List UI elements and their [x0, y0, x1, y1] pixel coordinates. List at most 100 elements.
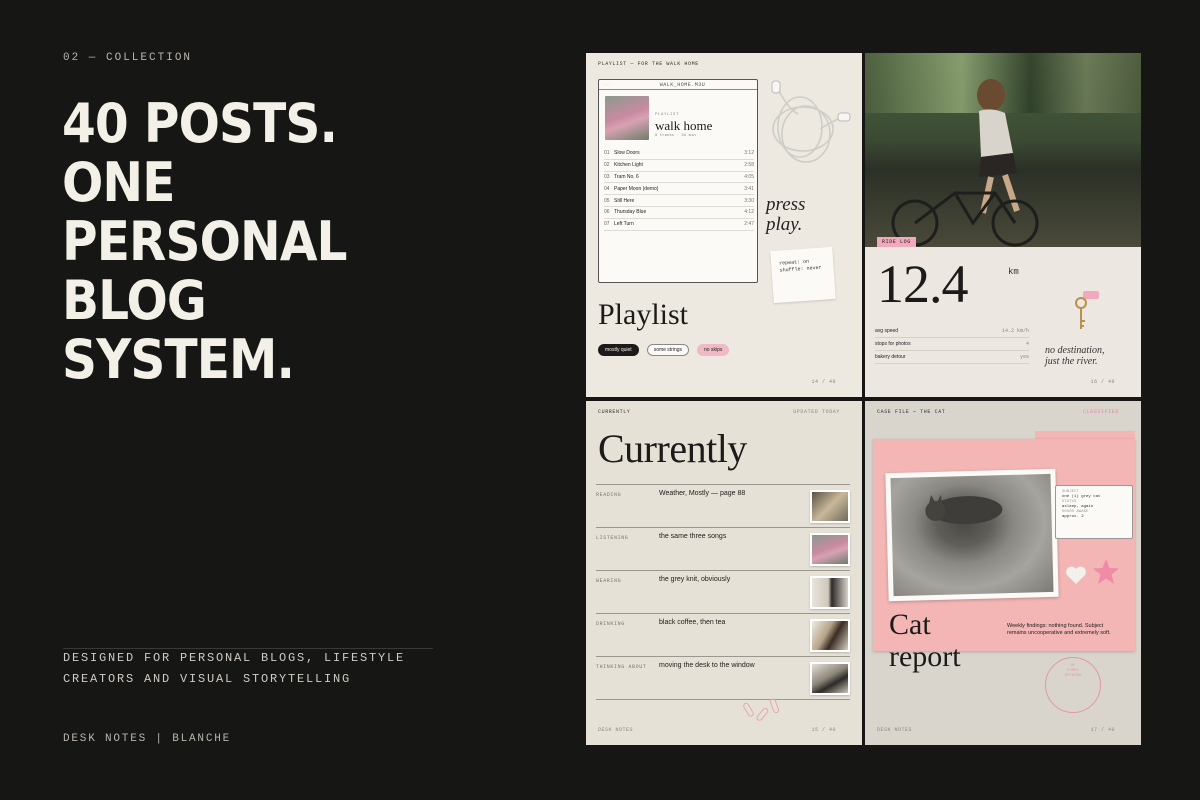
distance-value: 12.4	[877, 254, 968, 314]
headline-line: 40 POSTS.	[62, 92, 338, 155]
card-footer: DESK NOTES	[598, 727, 634, 733]
track-name: Thursday Blue	[614, 209, 647, 216]
earbuds-icon	[771, 80, 851, 163]
stamp-line: AFFAIRS	[1064, 674, 1082, 678]
classified-label: CLASSIFIED	[1082, 409, 1119, 415]
track-duration: 4:05	[744, 173, 754, 180]
card-header: CURRENTLY	[598, 409, 631, 415]
list-item[interactable]: WEARING the grey knit, obviously	[596, 571, 850, 614]
handwriting-line: press	[766, 194, 806, 215]
row-value: moving the desk to the window	[659, 662, 755, 669]
track-name: Left Turn	[614, 221, 634, 228]
title-line: Cat	[889, 608, 931, 641]
track-duration: 3:12	[744, 150, 754, 157]
chip[interactable]: some strings	[646, 344, 690, 356]
flowers-thumbnail	[810, 533, 850, 566]
row-value: the grey knit, obviously	[659, 576, 731, 583]
headline-line: ONE	[62, 151, 175, 214]
tagline-line: DESIGNED FOR PERSONAL BLOGS, LIFESTYLE	[63, 651, 406, 665]
track-name: Tram No. 6	[614, 173, 639, 180]
cat-report-card[interactable]: CASE FILE — THE CAT CLASSIFIED SUBJECT o…	[865, 401, 1141, 745]
window-title: WALK_HOME.M3U	[659, 81, 706, 88]
card-header: CASE FILE — THE CAT	[877, 409, 946, 415]
stat-value: 14.2 km/h	[1001, 328, 1029, 334]
row-key: LISTENING	[596, 535, 629, 541]
list-item[interactable]: THINKING ABOUT moving the desk to the wi…	[596, 657, 850, 700]
row-key: DRINKING	[596, 621, 625, 627]
player-window: ●●○ WALK_HOME.M3U PLAYLIST walk home 8 t…	[598, 79, 758, 283]
list-item[interactable]: LISTENING the same three songs	[596, 528, 850, 571]
track-duration: 3:41	[744, 185, 754, 192]
card-header-right: UPDATED TODAY	[793, 409, 840, 415]
eyebrow: 02 — COLLECTION	[63, 52, 193, 64]
stat-label: stops for photos	[875, 341, 911, 347]
row-value: Weather, Mostly — page 88	[659, 490, 746, 497]
chip[interactable]: no skips	[697, 344, 730, 356]
track-name: Kitchen Light	[614, 162, 643, 169]
page-number: 16 / 40	[1090, 379, 1115, 385]
list-item[interactable]: DRINKING black coffee, then tea	[596, 614, 850, 657]
stat-label: bakery detour	[875, 354, 906, 360]
track-row[interactable]: 04 Paper Moon (demo) 3:41	[604, 183, 754, 196]
cat-photo	[885, 468, 1059, 602]
coffee-thumbnail	[810, 619, 850, 652]
press-play-handwriting: press play.	[766, 195, 805, 235]
paper-note: repeat: on shuffle: never	[770, 246, 836, 304]
track-row[interactable]: 01 Slow Doors 3:12	[604, 148, 754, 160]
cyclist-photo	[865, 53, 1141, 247]
row-key: WEARING	[596, 578, 622, 584]
distance-unit: km	[1008, 267, 1019, 277]
ride-stats: avg speed 14.2 km/h stops for photos 4 bak…	[875, 325, 1029, 364]
row-value: black coffee, then tea	[659, 619, 726, 626]
paperclips-icon	[743, 698, 780, 721]
track-row[interactable]: 07 Left Turn 2:47	[604, 219, 754, 231]
track-name: Paper Moon (demo)	[614, 185, 659, 192]
star-sticker-icon	[1093, 559, 1119, 584]
knit-thumbnail	[810, 576, 850, 609]
playlist-title: walk home	[655, 118, 713, 133]
row-key: THINKING ABOUT	[596, 664, 647, 670]
window-controls-icon[interactable]: ●●○	[603, 82, 612, 88]
page-number: 15 / 40	[811, 727, 836, 733]
stat-value: yes	[1019, 354, 1029, 360]
sleeping-cat-icon	[925, 494, 1003, 525]
track-duration: 2:58	[744, 162, 754, 169]
track-duration: 2:47	[744, 221, 754, 228]
caption-line: no destination,	[1045, 345, 1105, 356]
stat-row: stops for photos 4	[875, 338, 1029, 351]
stat-row: bakery detour yes	[875, 351, 1029, 364]
headline-line: BLOG	[62, 269, 207, 332]
track-list: 01 Slow Doors 3:12 02 Kitchen Light 2:58 03 T…	[604, 148, 754, 231]
playlist-card[interactable]: PLAYLIST — FOR THE WALK HOME ●●○ WALK_HO…	[586, 53, 862, 397]
headline: 40 POSTS. ONE PERSONAL BLOG SYSTEM.	[62, 94, 440, 389]
track-number: 03	[604, 173, 610, 180]
stamp: OF FURRY AFFAIRS	[1045, 657, 1101, 713]
track-number: 05	[604, 197, 610, 204]
window-titlebar: ●●○ WALK_HOME.M3U	[599, 80, 757, 90]
tagline: DESIGNED FOR PERSONAL BLOGS, LIFESTYLE C…	[63, 648, 405, 690]
card-title: Currently	[598, 426, 747, 471]
track-number: 04	[604, 185, 610, 192]
stat-label: avg speed	[875, 328, 899, 334]
track-row[interactable]: 03 Tram No. 6 4:05	[604, 172, 754, 184]
track-number: 07	[604, 221, 610, 228]
brand: DESK NOTES | BLANCHE	[63, 733, 232, 745]
track-row[interactable]: 05 Still Here 3:30	[604, 195, 754, 207]
currently-card[interactable]: CURRENTLY UPDATED TODAY Currently READIN…	[586, 401, 862, 745]
row-key: READING	[596, 492, 622, 498]
card-header: PLAYLIST — FOR THE WALK HOME	[598, 61, 699, 67]
ride-log-card[interactable]: RIDE LOG 12.4 km avg speed 14.2 km/h stop…	[865, 53, 1141, 397]
chip-group: mostly quiet some strings no skips	[598, 344, 730, 356]
track-row[interactable]: 06 Thursday Blue 4:12	[604, 207, 754, 219]
card-title: Cat report	[889, 609, 961, 673]
caption-line: just the river.	[1045, 356, 1098, 367]
ride-log-tag: RIDE LOG	[877, 237, 916, 247]
track-row[interactable]: 02 Kitchen Light 2:58	[604, 160, 754, 172]
list-item[interactable]: READING Weather, Mostly — page 88	[596, 485, 850, 528]
track-number: 02	[604, 162, 610, 169]
track-duration: 4:12	[744, 209, 754, 216]
subject-card: SUBJECT one (1) grey cat STATUS asleep, …	[1055, 485, 1133, 539]
chip[interactable]: mostly quiet	[598, 344, 639, 356]
heart-sticker-icon	[1065, 566, 1087, 585]
handwriting-line: play.	[766, 214, 803, 235]
